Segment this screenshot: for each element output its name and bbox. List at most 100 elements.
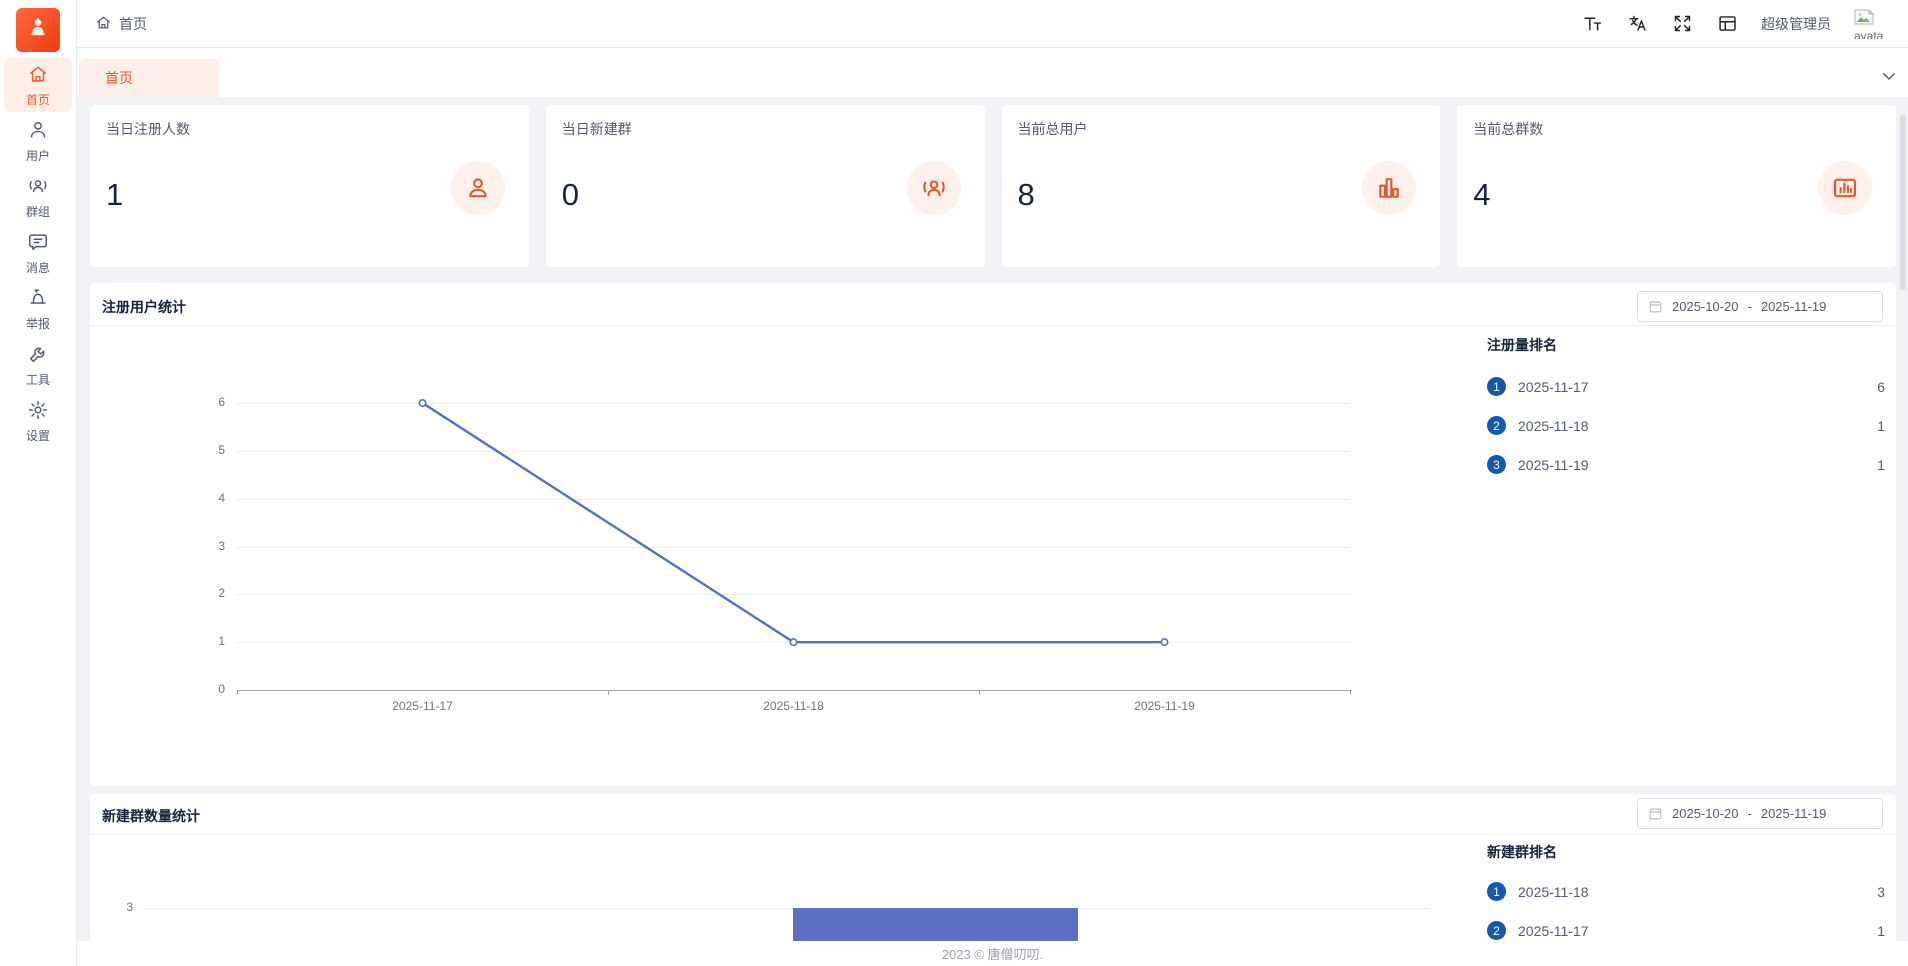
group-icon bbox=[27, 175, 49, 200]
sidebar-item-reports[interactable]: 举报 bbox=[4, 282, 72, 336]
footer-text: 2023 © 唐僧叨叨. bbox=[941, 947, 1044, 962]
rank-badge: 2 bbox=[1487, 921, 1506, 940]
rank-value: 1 bbox=[1877, 456, 1885, 473]
avatar[interactable]: avata bbox=[1854, 8, 1894, 39]
stat-value: 0 bbox=[561, 177, 579, 212]
tabbar: 首页 bbox=[77, 48, 1908, 98]
ranking-title: 新建群排名 bbox=[1487, 844, 1557, 860]
sidebar-item-label: 群组 bbox=[25, 204, 50, 219]
sidebar-item-label: 用户 bbox=[25, 148, 50, 163]
sidebar-item-settings[interactable]: 设置 bbox=[4, 394, 72, 448]
stat-value: 4 bbox=[1473, 177, 1491, 212]
new-group-ranking: 新建群排名 1 2025-11-18 3 2 2025-11-17 1 bbox=[1487, 842, 1887, 950]
gridline bbox=[237, 594, 1350, 596]
stat-title: 当前总用户 bbox=[1017, 121, 1088, 137]
sidebar-item-groups[interactable]: 群组 bbox=[4, 170, 72, 224]
stat-title: 当前总群数 bbox=[1473, 121, 1544, 137]
topbar: 首页 超级管理员 avata bbox=[77, 0, 1908, 48]
settings-icon bbox=[27, 399, 49, 424]
bar-chart-icon bbox=[1362, 161, 1417, 215]
fullscreen-icon[interactable] bbox=[1671, 13, 1693, 35]
sidebar-item-users[interactable]: 用户 bbox=[4, 114, 72, 168]
stat-card-total-groups: 当前总群数 4 bbox=[1457, 105, 1896, 267]
sidebar-item-label: 首页 bbox=[25, 92, 50, 107]
rank-badge: 3 bbox=[1487, 455, 1506, 474]
stat-card-registered-today: 当日注册人数 1 bbox=[90, 105, 529, 267]
sidebar-item-messages[interactable]: 消息 bbox=[4, 226, 72, 280]
person-icon bbox=[450, 161, 505, 215]
stat-card-total-users: 当前总用户 8 bbox=[1001, 105, 1441, 267]
ytick: 4 bbox=[218, 490, 225, 505]
gridline bbox=[143, 908, 1430, 909]
tools-icon bbox=[27, 343, 49, 368]
registration-ranking: 注册量排名 1 2025-11-17 6 2 2025-11-18 1 3 20… bbox=[1487, 335, 1887, 484]
monk-logo-icon bbox=[25, 15, 51, 46]
vertical-scrollbar[interactable] bbox=[1900, 115, 1906, 290]
axistick bbox=[237, 690, 238, 695]
footer: 2023 © 唐僧叨叨. bbox=[77, 941, 1908, 966]
gridline bbox=[237, 546, 1350, 548]
message-icon bbox=[27, 231, 49, 256]
report-icon bbox=[27, 287, 49, 312]
gridline bbox=[237, 450, 1350, 452]
stat-card-new-groups-today: 当日新建群 0 bbox=[545, 105, 985, 267]
stat-title: 当日新建群 bbox=[561, 121, 632, 137]
gridline bbox=[237, 403, 1350, 404]
username[interactable]: 超级管理员 bbox=[1761, 14, 1831, 34]
sidebar-item-label: 消息 bbox=[25, 260, 50, 275]
board-chart-icon bbox=[1818, 161, 1872, 215]
topbar-actions: 超级管理员 avata bbox=[1581, 8, 1908, 39]
gridline bbox=[237, 642, 1350, 644]
axisline bbox=[237, 690, 1350, 691]
rank-date: 2025-11-18 bbox=[1518, 417, 1589, 434]
breadcrumb-label: 首页 bbox=[119, 15, 147, 32]
rank-date: 2025-11-17 bbox=[1518, 378, 1589, 395]
rank-badge: 1 bbox=[1487, 882, 1506, 901]
sidebar-item-home[interactable]: 首页 bbox=[4, 58, 72, 112]
ytick: 5 bbox=[218, 442, 225, 457]
rank-row: 1 2025-11-17 6 bbox=[1487, 367, 1887, 406]
translate-icon[interactable] bbox=[1626, 13, 1648, 35]
xtick: 2025-11-18 bbox=[763, 699, 824, 713]
sidebar-item-tools[interactable]: 工具 bbox=[4, 338, 72, 392]
app-logo[interactable] bbox=[16, 8, 60, 52]
group-icon bbox=[906, 161, 961, 215]
ytick: 3 bbox=[218, 538, 225, 553]
rank-date: 2025-11-17 bbox=[1518, 922, 1589, 939]
rank-row: 2 2025-11-18 1 bbox=[1487, 406, 1887, 445]
tab-home[interactable]: 首页 bbox=[79, 59, 219, 97]
axistick bbox=[1350, 690, 1351, 695]
avatar-alt-text: avata bbox=[1854, 28, 1884, 39]
axistick bbox=[979, 690, 980, 695]
breadcrumb[interactable]: 首页 bbox=[95, 14, 147, 34]
ytick: 6 bbox=[218, 395, 225, 409]
gridline bbox=[237, 498, 1350, 500]
main-content: 当日注册人数 1 当日新建群 0 当前总用户 8 当前总群数 4 注册用户统计 … bbox=[77, 98, 1908, 966]
ytick: 3 bbox=[126, 900, 133, 914]
chevron-down-icon[interactable] bbox=[1880, 67, 1898, 85]
sidebar-item-label: 设置 bbox=[25, 428, 50, 443]
home-icon bbox=[27, 63, 49, 88]
home-icon bbox=[95, 14, 112, 34]
font-size-icon[interactable] bbox=[1581, 13, 1603, 35]
rank-value: 1 bbox=[1877, 417, 1885, 434]
ytick: 1 bbox=[218, 634, 225, 649]
rank-value: 3 bbox=[1877, 883, 1885, 900]
xtick: 2025-11-17 bbox=[392, 699, 453, 713]
rank-value: 6 bbox=[1877, 378, 1885, 395]
rank-badge: 2 bbox=[1487, 416, 1506, 435]
ytick: 0 bbox=[218, 682, 225, 696]
tab-label: 首页 bbox=[105, 70, 133, 86]
stat-value: 1 bbox=[106, 177, 124, 212]
rank-value: 1 bbox=[1877, 922, 1885, 939]
stat-title: 当日注册人数 bbox=[106, 121, 190, 137]
sidebar-item-label: 工具 bbox=[25, 372, 50, 387]
layout-icon[interactable] bbox=[1716, 13, 1738, 35]
ytick: 2 bbox=[218, 586, 225, 601]
registered-users-panel: 注册用户统计 2025-10-20 - 2025-11-19 0 1 2 3 4 5 6 20… bbox=[90, 283, 1896, 786]
rank-row: 3 2025-11-19 1 bbox=[1487, 445, 1887, 484]
rank-row: 1 2025-11-18 3 bbox=[1487, 872, 1887, 911]
axistick bbox=[608, 690, 609, 695]
xtick: 2025-11-19 bbox=[1134, 699, 1195, 713]
rank-date: 2025-11-18 bbox=[1518, 883, 1589, 900]
